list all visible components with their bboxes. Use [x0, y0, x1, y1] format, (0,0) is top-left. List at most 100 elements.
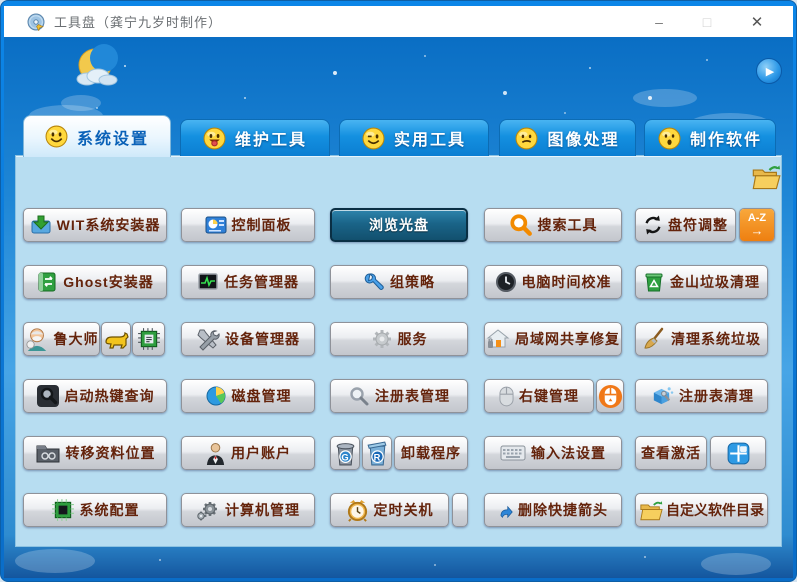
- task-manager-button[interactable]: 任务管理器: [181, 265, 315, 299]
- disk-management-button[interactable]: 磁盘管理: [181, 379, 315, 413]
- minimize-button[interactable]: –: [637, 6, 681, 37]
- recycle-arrows-icon: [643, 215, 663, 235]
- control-panel-button[interactable]: 控制面板: [181, 208, 315, 242]
- titlebar: 工具盘（龚宁九岁时制作） – □ ✕: [4, 6, 793, 37]
- search-tools-button[interactable]: 搜索工具: [484, 208, 622, 242]
- dog-icon: [103, 328, 129, 350]
- user-accounts-button[interactable]: 用户账户: [181, 436, 315, 470]
- user-accounts-label: 用户账户: [231, 446, 291, 460]
- recycle-bin-icon: [643, 271, 665, 293]
- businessman-icon: [205, 442, 226, 465]
- play-button[interactable]: ▶: [756, 58, 782, 84]
- move-data-location-button[interactable]: 转移资料位置: [23, 436, 167, 470]
- services-label: 服务: [398, 332, 428, 346]
- clock-icon: [495, 271, 517, 293]
- house-plug-icon: [486, 328, 510, 350]
- right-click-mouse-button[interactable]: [596, 379, 624, 413]
- lan-share-fix-button[interactable]: 局域网共享修复: [484, 322, 622, 356]
- cloud-decoration: [633, 89, 697, 107]
- group-policy-button[interactable]: 组策略: [330, 265, 468, 299]
- clean-system-trash-label: 清理系统垃圾: [671, 332, 761, 346]
- cloud-decoration: [61, 95, 101, 111]
- wit-installer-icon: [30, 214, 52, 236]
- uninstall-revo-button[interactable]: R: [362, 436, 392, 470]
- wrench-icon: [363, 271, 385, 293]
- app-disc-icon: [27, 13, 45, 31]
- search-tools-label: 搜索工具: [538, 218, 598, 232]
- browse-disc-label: 浏览光盘: [369, 218, 429, 232]
- time-calibration-button[interactable]: 电脑时间校准: [484, 265, 622, 299]
- ludashi-label: 鲁大师: [54, 332, 99, 346]
- computer-management-label: 计算机管理: [225, 503, 300, 517]
- tab-maintenance-tools[interactable]: 维护工具: [180, 119, 330, 156]
- computer-management-button[interactable]: 计算机管理: [181, 493, 315, 527]
- activation-cube-button[interactable]: [710, 436, 766, 470]
- context-menu-manager-button[interactable]: 右键管理: [484, 379, 594, 413]
- smiley-unsure-icon: [515, 127, 538, 150]
- pie-chart-icon: [205, 385, 227, 407]
- tab-software-making[interactable]: 制作软件: [644, 119, 776, 156]
- cloud-decoration: [15, 549, 95, 573]
- system-config-button[interactable]: 系统配置: [23, 493, 167, 527]
- search-icon: [509, 213, 533, 237]
- view-activation-button[interactable]: 查看激活: [635, 436, 707, 470]
- doctor-icon: [25, 327, 49, 351]
- chip-tool-button[interactable]: [132, 322, 165, 356]
- hotkey-query-button[interactable]: 启动热键查询: [23, 379, 167, 413]
- wit-installer-button[interactable]: WIT系统安装器: [23, 208, 167, 242]
- ghost-installer-label: Ghost安装器: [63, 275, 153, 289]
- group-policy-label: 组策略: [390, 275, 435, 289]
- trash-g-icon: G: [335, 440, 356, 467]
- registry-management-button[interactable]: 注册表管理: [330, 379, 468, 413]
- tab-label: 实用工具: [394, 126, 466, 150]
- drive-letter-adjust-label: 盘符调整: [668, 218, 728, 232]
- maximize-button[interactable]: □: [685, 6, 729, 37]
- tab-practical-tools[interactable]: 实用工具: [339, 119, 489, 156]
- ghost-installer-button[interactable]: Ghost安装器: [23, 265, 167, 299]
- device-manager-button[interactable]: 设备管理器: [181, 322, 315, 356]
- view-activation-label: 查看激活: [641, 446, 701, 460]
- shutdown-timer-label: 定时关机: [374, 503, 434, 517]
- control-panel-label: 控制面板: [232, 218, 292, 232]
- az-sort-button[interactable]: A-Z→: [739, 208, 775, 242]
- move-data-location-label: 转移资料位置: [66, 446, 156, 460]
- ludashi-button[interactable]: 鲁大师: [23, 322, 100, 356]
- svg-text:R: R: [373, 452, 381, 462]
- stars-decoration: [4, 37, 6, 39]
- ime-settings-button[interactable]: 输入法设置: [484, 436, 622, 470]
- custom-software-dir-button[interactable]: 自定义软件目录: [635, 493, 768, 527]
- remove-shortcut-arrows-button[interactable]: 删除快捷箭头: [484, 493, 622, 527]
- kingsoft-clean-button[interactable]: 金山垃圾清理: [635, 265, 768, 299]
- uninstall-geek-button[interactable]: G: [330, 436, 360, 470]
- system-config-label: 系统配置: [80, 503, 140, 517]
- gears-icon: [196, 498, 220, 522]
- services-button[interactable]: 服务: [330, 322, 468, 356]
- remove-shortcut-arrows-label: 删除快捷箭头: [518, 503, 608, 517]
- registry-clean-label: 注册表清理: [679, 389, 754, 403]
- clean-system-trash-button[interactable]: 清理系统垃圾: [635, 322, 768, 356]
- tab-label: 图像处理: [547, 126, 619, 150]
- smiley-surprised-icon: [658, 127, 681, 150]
- registry-clean-button[interactable]: 注册表清理: [635, 379, 768, 413]
- blank-stub-button[interactable]: [452, 493, 468, 527]
- trash-r-icon: R: [367, 440, 388, 467]
- task-manager-icon: [197, 271, 219, 293]
- close-button[interactable]: ✕: [735, 6, 779, 37]
- ime-settings-label: 输入法设置: [531, 446, 606, 460]
- tab-image-processing[interactable]: 图像处理: [499, 119, 636, 156]
- tab-label: 系统设置: [77, 125, 149, 149]
- open-folder-icon[interactable]: [751, 164, 781, 190]
- uninstall-programs-button[interactable]: 卸载程序: [394, 436, 468, 470]
- yellow-folder-icon: [639, 500, 663, 521]
- dog-tool-button[interactable]: [101, 322, 131, 356]
- tab-label: 制作软件: [690, 126, 762, 150]
- drive-letter-adjust-button[interactable]: 盘符调整: [635, 208, 736, 242]
- browse-disc-button[interactable]: 浏览光盘: [330, 208, 468, 242]
- window-title: 工具盘（龚宁九岁时制作）: [54, 12, 222, 31]
- tab-system-settings[interactable]: 系统设置: [23, 115, 171, 157]
- shutdown-timer-button[interactable]: 定时关机: [330, 493, 449, 527]
- red-mouse-icon: [598, 384, 623, 409]
- context-menu-manager-label: 右键管理: [519, 389, 579, 403]
- dark-magnifier-icon: [36, 384, 60, 408]
- mouse-icon: [499, 386, 514, 407]
